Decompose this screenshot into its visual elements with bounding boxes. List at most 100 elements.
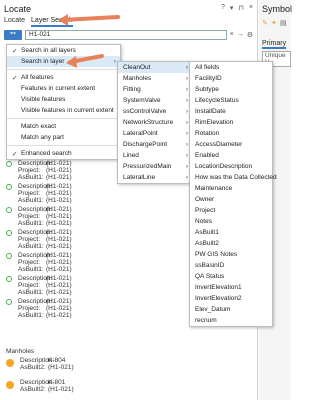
manhole-result-row[interactable]: Description: K-804 AsBuilt2: (H1-021) — [6, 357, 116, 379]
go-icon[interactable]: → — [237, 31, 244, 39]
field-menu-item[interactable]: AsBuilt1 — [190, 227, 272, 238]
field-menu-item[interactable]: QA Status — [190, 271, 272, 282]
field-label: Description: — [20, 357, 55, 364]
field-menu-item[interactable]: Subtype — [190, 84, 272, 95]
pin-icon[interactable]: ⊓ — [238, 4, 243, 12]
options-menu-item[interactable]: Search in layer › — [7, 56, 120, 67]
menu-item-label: Rotation — [195, 130, 220, 137]
chevron-right-icon: › — [185, 86, 188, 93]
options-menu-item[interactable]: Features in current extent — [7, 83, 120, 94]
menu-icon[interactable]: ▾ — [230, 4, 234, 12]
field-menu-item[interactable]: InvertElevation1 — [190, 282, 272, 293]
field-label: Description: — [18, 229, 53, 236]
field-label: AsBuilt1: — [18, 243, 44, 250]
menu-item-label: Notes — [195, 218, 212, 225]
field-label: AsBuilt1: — [18, 312, 44, 319]
field-menu-item[interactable]: PW GIS Notes — [190, 249, 272, 260]
layer-menu-item[interactable]: NetworkStructure › — [118, 117, 192, 128]
layer-menu-item[interactable]: PressurizedMain › — [118, 161, 192, 172]
result-row[interactable]: Description: (H1-021) Project: (H1-021) AsBu… — [6, 206, 116, 229]
field-menu-item[interactable]: All fields — [190, 62, 272, 73]
options-menu-item[interactable]: Visible features — [7, 94, 120, 105]
field-menu-item[interactable]: Rotation — [190, 128, 272, 139]
field-menu-item[interactable]: InvertElevation2 — [190, 293, 272, 304]
result-row[interactable]: Description: (H1-021) Project: (H1-021) AsBu… — [6, 275, 116, 298]
layer-submenu: CleanOut › Manholes › Fitting › SystemValve › ss… — [117, 61, 193, 184]
manholes-group-title: Manholes — [6, 348, 35, 355]
tab-bar: Locate Layer Search — [4, 17, 73, 27]
field-menu-item[interactable]: Enabled — [190, 150, 272, 161]
more-icon[interactable]: ▤ — [280, 19, 287, 27]
field-menu-item[interactable]: LocationDescription — [190, 161, 272, 172]
tab-locate[interactable]: Locate — [4, 17, 25, 27]
menu-item-label: Search in layer — [21, 58, 65, 65]
search-input[interactable]: H1-021 — [25, 29, 227, 40]
manhole-result-row[interactable]: Description: K-801 AsBuilt2: (H1-021) — [6, 379, 116, 400]
field-menu-item[interactable]: InstallDate — [190, 106, 272, 117]
options-dropdown-button[interactable]: ⌖▾ — [4, 29, 22, 40]
menu-item-label: recnum — [195, 317, 217, 324]
field-menu-item[interactable]: Notes — [190, 216, 272, 227]
menu-item-label: Fitting — [123, 86, 141, 93]
field-value: (H1-021) — [46, 266, 72, 273]
options-menu-item[interactable]: Match exact — [7, 121, 120, 132]
layer-menu-item[interactable]: Fitting › — [118, 84, 192, 95]
menu-item-label: Enhanced search — [21, 150, 72, 157]
field-menu-item[interactable]: FacilityID — [190, 73, 272, 84]
field-menu-item[interactable]: LifecycleStatus — [190, 95, 272, 106]
close-icon[interactable]: × — [249, 4, 253, 12]
field-menu-item[interactable]: Owner — [190, 194, 272, 205]
options-menu-item[interactable]: ✓ All features — [7, 72, 120, 83]
layer-menu-item[interactable]: LateralPoint › — [118, 128, 192, 139]
field-value: (H1-021) — [46, 197, 72, 204]
layer-menu-item[interactable]: Manholes › — [118, 73, 192, 84]
layer-menu-item[interactable]: ssControlValve › — [118, 106, 192, 117]
result-row[interactable]: Description: (H1-021) Project: (H1-021) AsBu… — [6, 252, 116, 275]
primary-tab[interactable]: Primary — [262, 40, 287, 49]
result-row[interactable]: Description: (H1-021) Project: (H1-021) AsBu… — [6, 229, 116, 252]
layer-menu-item[interactable]: DischargePoint › — [118, 139, 192, 150]
layer-menu-item[interactable]: CleanOut › — [118, 62, 192, 73]
field-label: AsBuilt1: — [18, 174, 44, 181]
help-icon[interactable]: ? — [221, 4, 225, 12]
result-row[interactable]: Description: (H1-021) Project: (H1-021) AsBu… — [6, 183, 116, 206]
result-row[interactable]: Description: (H1-021) Project: (H1-021) AsBu… — [6, 160, 116, 183]
field-value: (H1-021) — [46, 236, 72, 243]
options-menu-item[interactable]: Visible features in current extent — [7, 105, 120, 116]
strip-title: Symbol — [262, 4, 293, 14]
field-menu-item[interactable]: How was the Data Collected — [190, 172, 277, 183]
menu-item-label: Match any part — [21, 134, 64, 141]
point-symbol-icon — [6, 299, 12, 305]
options-menu-item[interactable]: ✓ Search in all layers — [7, 45, 120, 56]
menu-item-label: PW GIS Notes — [195, 251, 238, 258]
field-value: (H1-021) — [46, 305, 72, 312]
options-menu-item[interactable]: ✓ Enhanced search — [7, 148, 120, 159]
field-menu-item[interactable]: RimElevation — [190, 117, 272, 128]
point-symbol-icon — [6, 161, 12, 167]
field-menu-item[interactable]: recnum — [190, 315, 272, 326]
field-menu-item[interactable]: AccessDiameter — [190, 139, 272, 150]
point-symbol-icon — [6, 207, 12, 213]
field-label: Description: — [18, 206, 53, 213]
pane-title: Locate — [4, 4, 32, 14]
menu-item-label: ssControlValve — [123, 108, 167, 115]
vary-icon[interactable]: ✦ — [271, 19, 277, 27]
layer-menu-item[interactable]: SystemValve › — [118, 95, 192, 106]
field-menu-item[interactable]: AsBuilt2 — [190, 238, 272, 249]
result-row[interactable]: Description: (H1-021) Project: (H1-021) AsBu… — [6, 298, 116, 321]
field-menu-item[interactable]: Project — [190, 205, 272, 216]
menu-item-label: All fields — [195, 64, 220, 71]
field-menu-item[interactable]: Elev_Datum — [190, 304, 272, 315]
settings-icon[interactable]: ⚙ — [247, 31, 253, 39]
field-menu-item[interactable]: ssBasinID — [190, 260, 272, 271]
field-menu-item[interactable]: Maintenance — [190, 183, 272, 194]
tab-layer-search[interactable]: Layer Search — [31, 17, 73, 27]
options-menu-item[interactable]: Match any part — [7, 132, 120, 143]
menu-item-label: LateralPoint — [123, 130, 158, 137]
field-label: Project: — [18, 190, 41, 197]
layer-menu-item[interactable]: Lined › — [118, 150, 192, 161]
clear-icon[interactable]: × — [230, 31, 234, 39]
layer-menu-item[interactable]: LateralLine › — [118, 172, 192, 183]
menu-separator — [7, 118, 120, 119]
shape-icon[interactable]: ✎ — [262, 19, 268, 27]
